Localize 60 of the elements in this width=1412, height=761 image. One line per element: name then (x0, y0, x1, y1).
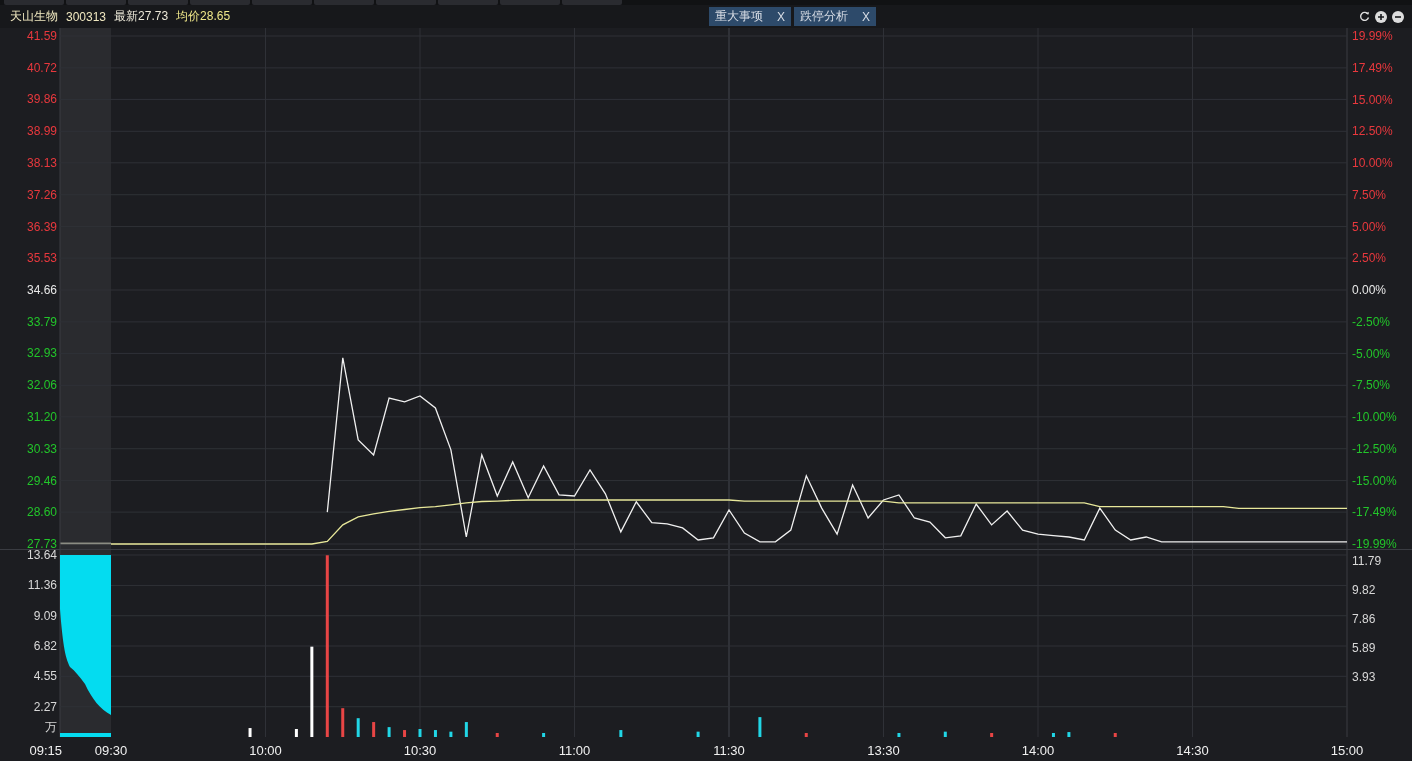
axis-label: 41.59 (26, 29, 57, 43)
time-label: 13:30 (867, 743, 900, 758)
axis-label: -12.50% (1352, 441, 1397, 456)
latest-price: 最新27.73 (114, 8, 169, 25)
axis-label: 12.50% (1352, 124, 1393, 139)
axis-label: 32.93 (26, 346, 57, 361)
axis-label: 32.06 (26, 378, 57, 393)
axis-label: 27.73 (26, 537, 57, 549)
axis-label: 7.50% (1352, 187, 1387, 202)
axis-label: 4.55 (33, 669, 57, 684)
axis-label: 36.39 (26, 219, 57, 234)
axis-label: 19.99% (1352, 29, 1393, 43)
axis-label: 15.00% (1352, 92, 1393, 107)
time-label: 10:30 (403, 743, 437, 758)
axis-label: -19.99% (1352, 537, 1397, 549)
axis-label: 31.20 (26, 409, 57, 424)
axis-label: -7.50% (1352, 378, 1391, 393)
axis-label: 11.36 (27, 578, 57, 593)
axis-label: 6.82 (33, 639, 57, 653)
axis-label: -17.49% (1352, 505, 1397, 520)
axis-label: 40.72 (26, 60, 57, 75)
axis-label: 17.49% (1352, 60, 1393, 75)
axis-label: 2.50% (1352, 251, 1387, 266)
axis-label: 28.60 (26, 505, 57, 520)
axis-label: 10.00% (1352, 156, 1393, 170)
axis-label: 38.99 (26, 124, 57, 139)
axis-label: 9.09 (33, 608, 57, 623)
axis-label: 7.86 (1352, 612, 1376, 626)
axis-label: 39.86 (26, 92, 57, 107)
axis-label: -5.00% (1352, 346, 1391, 361)
axis-label: 35.53 (26, 251, 57, 266)
time-label: 14:30 (1176, 743, 1209, 758)
axis-label: 3.93 (1352, 670, 1376, 684)
time-label: 14:00 (1021, 743, 1055, 758)
time-label: 09:30 (94, 743, 128, 758)
time-label: 15:00 (1330, 743, 1364, 758)
axis-label: 0.00% (1352, 283, 1387, 297)
axis-label: 29.46 (26, 473, 57, 488)
time-label: 11:00 (558, 743, 591, 758)
average-price: 均价28.65 (176, 8, 231, 25)
axis-label: 34.66 (26, 283, 57, 297)
axis-label: 9.82 (1352, 583, 1376, 597)
time-label: 09:15 (29, 743, 62, 758)
axis-label: 2.27 (33, 699, 57, 714)
unit-label: 万 (45, 720, 57, 734)
axis-label: -15.00% (1352, 473, 1397, 488)
axis-label: 13.64 (26, 549, 57, 562)
stock-code: 300313 (66, 9, 107, 24)
time-label: 10:00 (249, 743, 282, 758)
axis-label: 5.00% (1352, 219, 1387, 234)
axis-label: -10.00% (1352, 410, 1397, 424)
axis-label: 38.13 (26, 155, 57, 170)
time-label: 11:30 (713, 743, 745, 758)
axis-label: 5.89 (1352, 641, 1376, 655)
axis-label: 37.26 (26, 187, 57, 202)
axis-label: -2.50% (1352, 314, 1391, 329)
axis-label: 11.79 (1352, 554, 1382, 568)
axis-label: 30.33 (26, 441, 57, 456)
stock-name: 天山生物 (10, 8, 58, 25)
axis-label: 33.79 (26, 314, 57, 329)
